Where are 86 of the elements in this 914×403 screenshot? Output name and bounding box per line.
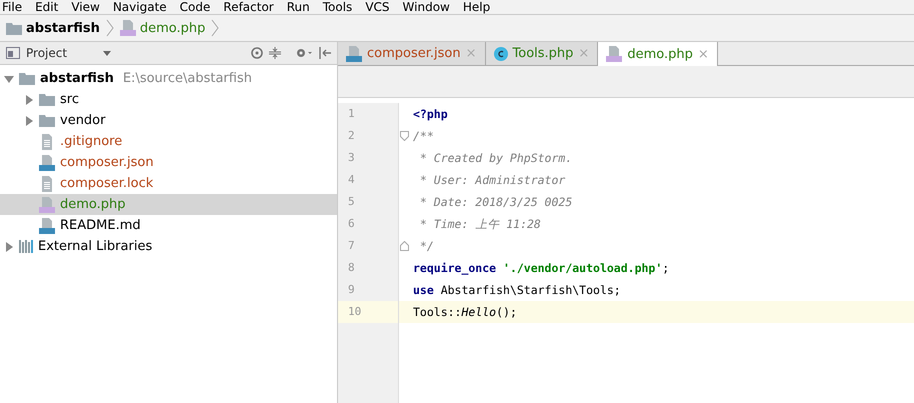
menu-item[interactable]: Run (286, 1, 310, 14)
php-file-icon (120, 20, 136, 36)
tab-label: demo.php (627, 46, 693, 62)
code-text: * Date: 2018/3/25 0025 (418, 195, 572, 209)
json-file-icon (39, 154, 55, 170)
file-name: src (60, 92, 79, 107)
line-number: 5 (338, 191, 398, 213)
folder-icon (39, 93, 55, 106)
tree-row[interactable]: vendor (0, 110, 337, 131)
line-number: 4 (338, 169, 398, 191)
line-number: 8 (338, 257, 398, 279)
code-text: use Abstarfish\Starfish\Tools; (412, 283, 621, 297)
menu-item[interactable]: View (71, 1, 100, 14)
fold-icon[interactable] (400, 131, 408, 141)
file-name: README.md (60, 218, 141, 233)
menu-item[interactable]: Edit (35, 1, 58, 14)
editor-tab[interactable]: Tools.php × (486, 42, 598, 65)
line-number: 3 (338, 147, 398, 169)
tree-row[interactable]: abstarfish E:\source\abstarfish (0, 68, 337, 89)
md-file-icon (39, 218, 55, 234)
code-text: Tools::Hello(); (412, 305, 517, 319)
library-icon (19, 240, 33, 253)
tab-label: Tools.php (512, 46, 574, 61)
tab-label: composer.json (367, 46, 461, 61)
code-text: require_once './vendor/autoload.php'; (412, 261, 670, 275)
line-number: 6 (338, 213, 398, 235)
file-name: .gitignore (60, 134, 122, 149)
chevron-icon (106, 18, 114, 38)
code-text: * User: Administrator (418, 173, 566, 187)
collapse-all-icon[interactable] (269, 47, 281, 59)
hide-panel-icon[interactable] (319, 47, 331, 59)
editor-tab[interactable]: composer.json × (338, 42, 486, 65)
file-name: vendor (60, 113, 106, 128)
menu-item[interactable]: Refactor (223, 1, 274, 14)
menu-item[interactable]: Code (180, 1, 210, 14)
fold-icon[interactable] (400, 241, 408, 251)
settings-icon[interactable] (295, 47, 313, 59)
class-icon (494, 46, 508, 60)
file-name: composer.lock (60, 176, 154, 191)
folder-icon (19, 72, 35, 85)
menu-item[interactable]: Window (402, 1, 450, 14)
code-text: * Created by PhpStorm. (418, 151, 572, 165)
editor-tab[interactable]: demo.php × (598, 42, 718, 66)
expand-arrow-icon[interactable] (24, 94, 34, 104)
tree-row[interactable]: demo.php (0, 194, 337, 215)
line-number: 7 (338, 235, 398, 257)
tree-row[interactable]: composer.lock (0, 173, 337, 194)
menu-item[interactable]: Tools (322, 1, 352, 14)
menu-item[interactable]: File (2, 1, 22, 14)
line-number: 9 (338, 279, 398, 301)
line-number: 1 (338, 103, 398, 125)
collapse-arrow-icon[interactable] (4, 74, 14, 84)
panel-title[interactable]: Project (26, 46, 68, 60)
text-file-icon (39, 134, 55, 150)
code-text: /** (412, 129, 434, 143)
breadcrumb-item[interactable]: abstarfish (26, 20, 100, 36)
chevron-icon (211, 18, 220, 38)
code-text: */ (418, 239, 434, 253)
file-name: composer.json (60, 155, 154, 170)
tree-row[interactable]: External Libraries (0, 236, 337, 257)
php-file-icon (39, 196, 55, 212)
code-text: <?php (412, 107, 448, 121)
path-hint: E:\source\abstarfish (122, 71, 252, 86)
json-file-icon (346, 46, 362, 62)
menu-item[interactable]: VCS (365, 1, 390, 14)
expand-arrow-icon[interactable] (4, 242, 14, 252)
file-name: External Libraries (38, 239, 152, 254)
folder-icon (6, 22, 22, 34)
file-name: abstarfish (40, 71, 114, 86)
php-file-icon (606, 46, 622, 62)
dropdown-caret-icon[interactable] (103, 50, 112, 56)
file-name: demo.php (60, 197, 126, 212)
tree-row[interactable]: README.md (0, 215, 337, 236)
tree-row[interactable]: composer.json (0, 152, 337, 173)
breadcrumb-item[interactable]: demo.php (140, 20, 206, 36)
line-number: 2 (338, 125, 398, 147)
menu-item[interactable]: Help (462, 1, 490, 14)
panel-icon (6, 47, 20, 59)
tree-row[interactable]: src (0, 89, 337, 110)
menu-item[interactable]: Navigate (112, 1, 167, 14)
locate-icon[interactable] (251, 47, 263, 59)
expand-arrow-icon[interactable] (24, 116, 34, 126)
folder-icon (39, 114, 55, 127)
text-file-icon (39, 176, 55, 192)
code-text: * Time: 上午 11:28 (418, 216, 541, 232)
tree-row[interactable]: .gitignore (0, 131, 337, 152)
